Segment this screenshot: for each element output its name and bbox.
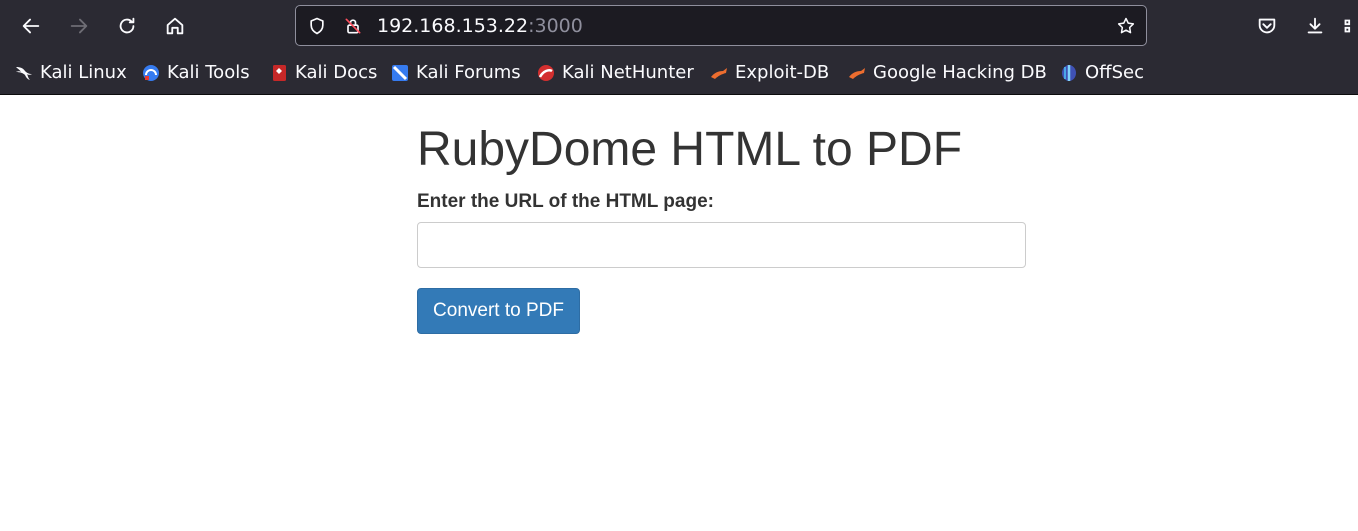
bookmark-exploit-db[interactable]: Exploit-DB	[709, 61, 829, 85]
browser-chrome: 192.168.153.22:3000 Kali Linux Kali Tool	[0, 0, 1358, 95]
home-icon	[166, 17, 184, 35]
shield-icon[interactable]	[306, 15, 328, 37]
address-bar[interactable]: 192.168.153.22:3000	[295, 5, 1147, 46]
insecure-lock-icon[interactable]	[342, 15, 364, 37]
convert-to-pdf-button[interactable]: Convert to PDF	[417, 288, 580, 334]
reload-icon	[119, 17, 135, 34]
bookmark-label: Kali NetHunter	[562, 62, 694, 83]
bookmark-kali-linux[interactable]: Kali Linux	[14, 61, 127, 85]
bookmark-label: Kali Forums	[416, 62, 521, 83]
page-title: RubyDome HTML to PDF	[417, 123, 963, 176]
pocket-icon	[1258, 18, 1276, 34]
bookmarks-toolbar: Kali Linux Kali Tools Kali Docs Kali For…	[0, 53, 1358, 94]
bookmark-offsec[interactable]: OffSec	[1059, 61, 1144, 85]
google-hacking-db-icon	[847, 63, 867, 83]
url-text[interactable]: 192.168.153.22:3000	[377, 15, 583, 37]
download-icon	[1307, 17, 1323, 34]
url-field-label: Enter the URL of the HTML page:	[417, 191, 714, 212]
bookmark-label: Kali Docs	[295, 62, 378, 83]
converter-form: RubyDome HTML to PDF Enter the URL of th…	[417, 120, 1037, 334]
back-button[interactable]	[15, 10, 47, 42]
navigation-toolbar: 192.168.153.22:3000	[0, 0, 1358, 52]
bookmark-kali-docs[interactable]: Kali Docs	[269, 61, 377, 85]
url-port: :3000	[528, 15, 583, 37]
kali-nethunter-icon	[536, 63, 556, 83]
kali-tools-icon	[141, 63, 161, 83]
bookmark-kali-tools[interactable]: Kali Tools	[141, 61, 250, 85]
kali-forums-icon	[390, 63, 410, 83]
kali-dragon-icon	[14, 63, 34, 83]
bookmark-label: OffSec	[1085, 62, 1144, 83]
bookmark-kali-forums[interactable]: Kali Forums	[390, 61, 521, 85]
home-button[interactable]	[159, 10, 191, 42]
bookmark-label: Google Hacking DB	[873, 62, 1047, 83]
downloads-button[interactable]	[1299, 10, 1331, 42]
bookmark-label: Kali Linux	[40, 62, 127, 83]
html-url-input[interactable]	[417, 222, 1026, 268]
pocket-button[interactable]	[1251, 10, 1283, 42]
forward-button[interactable]	[63, 10, 95, 42]
url-host: 192.168.153.22	[377, 15, 529, 37]
bookmark-label: Kali Tools	[167, 62, 250, 83]
offsec-icon	[1059, 63, 1079, 83]
back-arrow-icon	[22, 18, 40, 34]
exploit-db-icon	[709, 63, 729, 83]
extensions-button[interactable]	[1340, 10, 1358, 42]
bookmark-google-hacking-db[interactable]: Google Hacking DB	[847, 61, 1047, 85]
bookmark-label: Exploit-DB	[735, 62, 830, 83]
bookmark-kali-nethunter[interactable]: Kali NetHunter	[536, 61, 694, 85]
bookmark-star-icon[interactable]	[1115, 15, 1137, 37]
reload-button[interactable]	[111, 10, 143, 42]
forward-arrow-icon	[70, 18, 88, 34]
kali-docs-icon	[269, 63, 289, 83]
extensions-icon	[1344, 19, 1351, 33]
